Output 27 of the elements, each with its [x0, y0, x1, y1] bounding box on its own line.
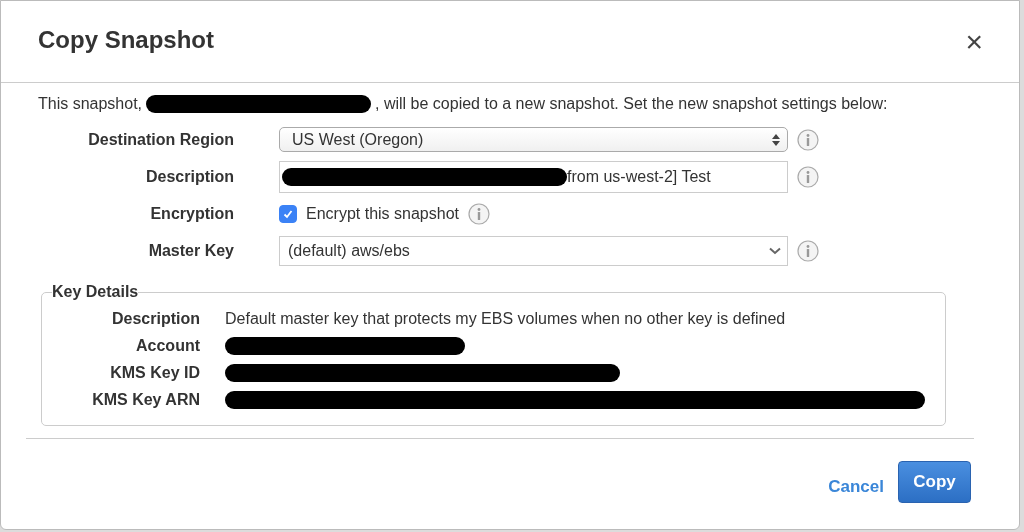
field-label: Destination Region [87, 130, 235, 150]
detail-label: KMS Key ARN [91, 390, 200, 410]
detail-value: Default master key that protects my EBS volumes when no other key is defined [225, 309, 786, 328]
detail-label: Account [135, 336, 200, 356]
up-down-arrows-icon [771, 132, 781, 147]
encrypt-checkbox[interactable] [279, 204, 297, 223]
field-label: Master Key [147, 241, 235, 261]
intro-text: This snapshot, [38, 95, 143, 113]
description-field[interactable]: from us-west-2] Test [279, 160, 788, 193]
info-icon[interactable] [467, 202, 490, 225]
field-label: Encryption [149, 204, 235, 224]
checkbox-label: Encrypt this snapshot [306, 204, 459, 223]
chevron-down-icon [769, 246, 781, 255]
region-select[interactable]: US West (Oregon) [279, 127, 788, 152]
copy-button[interactable]: Copy [898, 461, 971, 503]
info-icon[interactable] [797, 239, 819, 262]
close-button[interactable]: × [961, 24, 987, 59]
master-key-dropdown[interactable]: (default) aws/ebs [279, 235, 788, 266]
info-icon[interactable] [797, 165, 819, 188]
detail-label: KMS Key ID [109, 363, 200, 383]
cancel-link[interactable]: Cancel [828, 477, 884, 497]
panel-legend: Key Details [52, 283, 139, 301]
info-icon[interactable] [797, 128, 819, 151]
field-label: Description [145, 167, 235, 187]
detail-label: Description [111, 309, 200, 329]
dialog-title: Copy Snapshot [38, 25, 214, 54]
intro-text: , will be copied to a new snapshot. Set the new snapshot settings below: [375, 95, 888, 113]
